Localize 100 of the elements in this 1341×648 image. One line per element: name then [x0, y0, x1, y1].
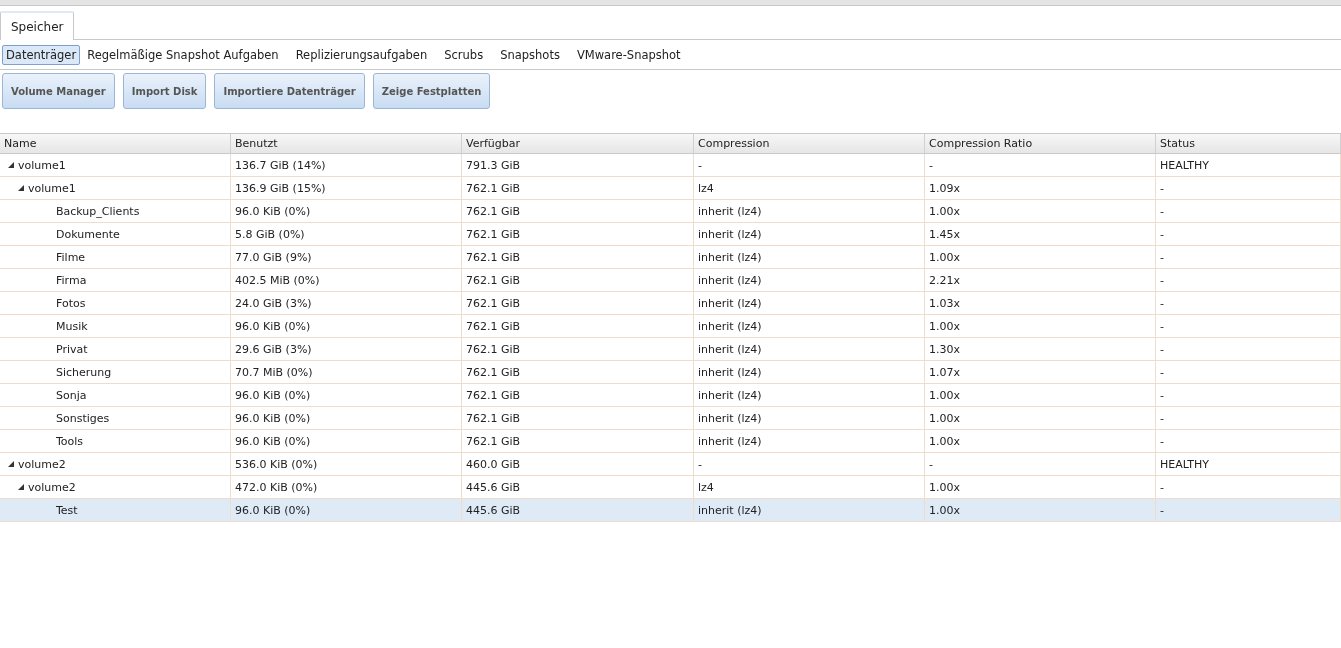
- table-cell: 762.1 GiB: [462, 338, 694, 361]
- tab[interactable]: Regelmäßige Snapshot Aufgaben: [83, 44, 283, 65]
- name-cell[interactable]: Fotos: [0, 292, 231, 315]
- name-cell[interactable]: volume1: [0, 177, 231, 200]
- table-cell: 5.8 GiB (0%): [231, 223, 462, 246]
- name-cell[interactable]: Privat: [0, 338, 231, 361]
- table-cell: inherit (lz4): [694, 338, 925, 361]
- table-cell: 762.1 GiB: [462, 430, 694, 453]
- name-cell[interactable]: Dokumente: [0, 223, 231, 246]
- column-header[interactable]: Compression: [694, 134, 925, 154]
- name-cell[interactable]: Sonja: [0, 384, 231, 407]
- expand-caret-icon[interactable]: [8, 162, 14, 168]
- table-cell: -: [1156, 315, 1341, 338]
- table-cell: 77.0 GiB (9%): [231, 246, 462, 269]
- table-cell: 1.00x: [925, 476, 1156, 499]
- table-cell: -: [1156, 177, 1341, 200]
- tab[interactable]: Speicher: [0, 11, 75, 40]
- table-cell: lz4: [694, 177, 925, 200]
- table-cell: 791.3 GiB: [462, 154, 694, 177]
- table-cell: lz4: [694, 476, 925, 499]
- name-cell[interactable]: Firma: [0, 269, 231, 292]
- tab[interactable]: Replizierungsaufgaben: [291, 44, 432, 65]
- toolbar-button[interactable]: Importiere Datenträger: [214, 73, 365, 109]
- table-cell: 762.1 GiB: [462, 407, 694, 430]
- table-cell: HEALTHY: [1156, 453, 1341, 476]
- name-text: Test: [56, 503, 78, 517]
- table-cell: 762.1 GiB: [462, 246, 694, 269]
- table-cell: -: [1156, 223, 1341, 246]
- name-cell[interactable]: volume1: [0, 154, 231, 177]
- toolbar-button[interactable]: Volume Manager: [2, 73, 115, 109]
- table-cell: 762.1 GiB: [462, 223, 694, 246]
- table-cell: inherit (lz4): [694, 246, 925, 269]
- tab[interactable]: Snapshots: [496, 44, 564, 65]
- table-cell: 1.00x: [925, 384, 1156, 407]
- table-cell: 136.9 GiB (15%): [231, 177, 462, 200]
- column-header[interactable]: Compression Ratio: [925, 134, 1156, 154]
- table-cell: 1.00x: [925, 315, 1156, 338]
- table-cell: -: [1156, 269, 1341, 292]
- name-cell[interactable]: volume2: [0, 453, 231, 476]
- table-cell: 1.45x: [925, 223, 1156, 246]
- table-cell: -: [1156, 338, 1341, 361]
- toolbar-button[interactable]: Zeige Festplatten: [372, 73, 491, 109]
- table-cell: -: [1156, 476, 1341, 499]
- table-cell: 1.00x: [925, 200, 1156, 223]
- name-text: Sonstiges: [56, 411, 110, 425]
- column-header[interactable]: Status: [1156, 134, 1341, 154]
- name-cell[interactable]: Sicherung: [0, 361, 231, 384]
- table-cell: 762.1 GiB: [462, 200, 694, 223]
- column-header[interactable]: Name: [0, 134, 231, 154]
- table-cell: 29.6 GiB (3%): [231, 338, 462, 361]
- column-header[interactable]: Benutzt: [231, 134, 462, 154]
- tab[interactable]: Datenträger: [2, 44, 81, 65]
- name-text: Dokumente: [56, 227, 120, 241]
- name-cell[interactable]: Musik: [0, 315, 231, 338]
- expand-caret-icon[interactable]: [18, 185, 24, 191]
- table-cell: 762.1 GiB: [462, 177, 694, 200]
- table-cell: inherit (lz4): [694, 269, 925, 292]
- column-header[interactable]: Verfügbar: [462, 134, 694, 154]
- table-cell: inherit (lz4): [694, 499, 925, 522]
- table-cell: 96.0 KiB (0%): [231, 430, 462, 453]
- table-cell: inherit (lz4): [694, 407, 925, 430]
- table-cell: -: [1156, 246, 1341, 269]
- tab[interactable]: Scrubs: [440, 44, 488, 65]
- table-cell: inherit (lz4): [694, 292, 925, 315]
- table-cell: -: [1156, 292, 1341, 315]
- table-cell: 1.03x: [925, 292, 1156, 315]
- name-cell[interactable]: volume2: [0, 476, 231, 499]
- name-text: Filme: [56, 250, 86, 264]
- name-text: Sicherung: [56, 365, 112, 379]
- tab[interactable]: VMware-Snapshot: [572, 44, 685, 65]
- table-cell: 1.09x: [925, 177, 1156, 200]
- table-cell: inherit (lz4): [694, 315, 925, 338]
- name-cell[interactable]: Backup_Clients: [0, 200, 231, 223]
- table-cell: 762.1 GiB: [462, 361, 694, 384]
- name-text: Privat: [56, 342, 88, 356]
- table-cell: 1.00x: [925, 407, 1156, 430]
- name-cell[interactable]: Sonstiges: [0, 407, 231, 430]
- table-cell: -: [1156, 499, 1341, 522]
- table-cell: 2.21x: [925, 269, 1156, 292]
- name-cell[interactable]: Test: [0, 499, 231, 522]
- name-text: volume2: [18, 457, 66, 471]
- name-text: Musik: [56, 319, 88, 333]
- table-cell: -: [1156, 361, 1341, 384]
- table-cell: 1.07x: [925, 361, 1156, 384]
- table-cell: inherit (lz4): [694, 200, 925, 223]
- table-cell: 472.0 KiB (0%): [231, 476, 462, 499]
- table-cell: 96.0 KiB (0%): [231, 499, 462, 522]
- name-text: volume2: [28, 480, 76, 494]
- table-cell: inherit (lz4): [694, 361, 925, 384]
- name-text: Fotos: [56, 296, 86, 310]
- table-cell: 762.1 GiB: [462, 269, 694, 292]
- table-cell: -: [925, 154, 1156, 177]
- table-cell: inherit (lz4): [694, 430, 925, 453]
- expand-caret-icon[interactable]: [18, 484, 24, 490]
- expand-caret-icon[interactable]: [8, 461, 14, 467]
- toolbar-button[interactable]: Import Disk: [122, 73, 207, 109]
- name-cell[interactable]: Filme: [0, 246, 231, 269]
- table-cell: -: [1156, 430, 1341, 453]
- name-cell[interactable]: Tools: [0, 430, 231, 453]
- table-cell: 96.0 KiB (0%): [231, 200, 462, 223]
